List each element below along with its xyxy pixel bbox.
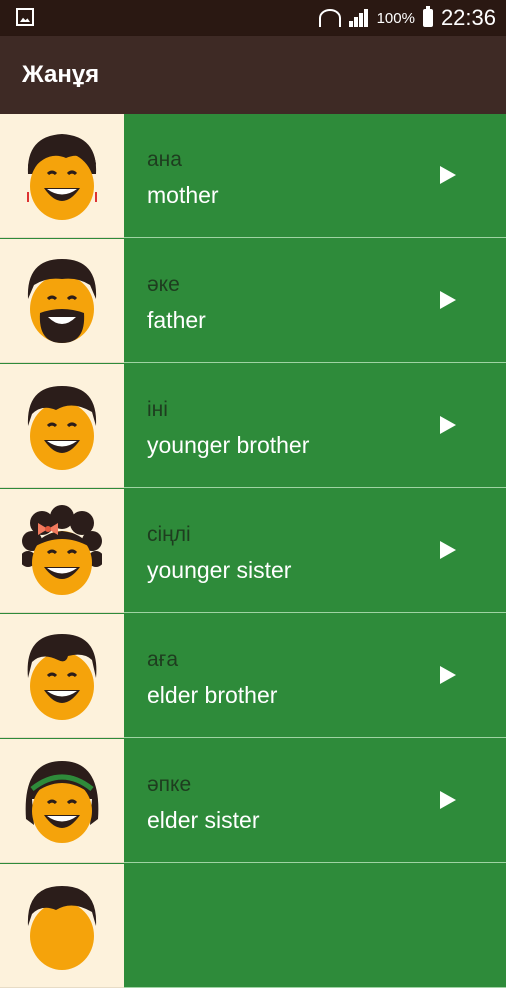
avatar-cell: [0, 114, 124, 238]
word-cell: іні younger brother: [124, 364, 506, 488]
mother-face-icon: [27, 134, 97, 220]
kazakh-word: іні: [147, 398, 168, 421]
english-word: younger sister: [147, 557, 292, 583]
avatar-cell: [0, 864, 124, 988]
list-item[interactable]: әпке elder sister: [0, 739, 506, 863]
list-item[interactable]: ана mother: [0, 114, 506, 238]
kazakh-word: сіңлі: [147, 523, 191, 546]
elder-brother-face-icon: [27, 634, 97, 720]
page-title: Жанұя: [22, 61, 100, 88]
english-word: elder brother: [147, 682, 278, 708]
play-icon[interactable]: [440, 166, 456, 184]
partial-face-icon: [27, 886, 97, 970]
play-icon[interactable]: [440, 291, 456, 309]
word-cell: әке father: [124, 239, 506, 363]
english-word: elder sister: [147, 807, 260, 833]
younger-sister-face-icon: [22, 505, 102, 595]
word-cell: сіңлі younger sister: [124, 489, 506, 613]
english-word: mother: [147, 182, 219, 208]
avatar-cell: [0, 239, 124, 363]
avatar-cell: [0, 614, 124, 738]
word-cell: ана mother: [124, 114, 506, 238]
father-face-icon: [27, 259, 97, 343]
avatar-cell: [0, 739, 124, 863]
clock: 22:36: [440, 5, 496, 30]
english-word: father: [147, 307, 206, 333]
gallery-notification-icon: [16, 8, 34, 26]
word-cell: [124, 864, 506, 988]
list-item[interactable]: әке father: [0, 239, 506, 363]
elder-sister-face-icon: [25, 761, 99, 843]
list-item[interactable]: сіңлі younger sister: [0, 489, 506, 613]
kazakh-word: әке: [147, 273, 180, 296]
kazakh-word: ана: [147, 148, 182, 171]
kazakh-word: әпке: [147, 773, 192, 796]
list-item[interactable]: іні younger brother: [0, 364, 506, 488]
word-list: ана mother әке father іні younger brothe…: [0, 114, 506, 988]
play-icon[interactable]: [440, 666, 456, 684]
battery-percent: 100%: [376, 9, 415, 27]
play-icon[interactable]: [440, 416, 456, 434]
avatar-cell: [0, 489, 124, 613]
avatar-cell: [0, 364, 124, 488]
younger-brother-face-icon: [27, 386, 97, 470]
play-icon[interactable]: [440, 541, 456, 559]
list-item[interactable]: аға elder brother: [0, 614, 506, 738]
list-item[interactable]: [0, 864, 506, 988]
app-bar: Жанұя: [0, 36, 506, 114]
kazakh-word: аға: [147, 648, 179, 671]
english-word: younger brother: [147, 432, 310, 458]
signal-icon: [348, 9, 369, 27]
word-cell: әпке elder sister: [124, 739, 506, 863]
battery-icon: [422, 6, 433, 27]
status-bar: 100% 22:36: [0, 0, 506, 36]
word-cell: аға elder brother: [124, 614, 506, 738]
play-icon[interactable]: [440, 791, 456, 809]
wifi-icon: [318, 9, 341, 27]
